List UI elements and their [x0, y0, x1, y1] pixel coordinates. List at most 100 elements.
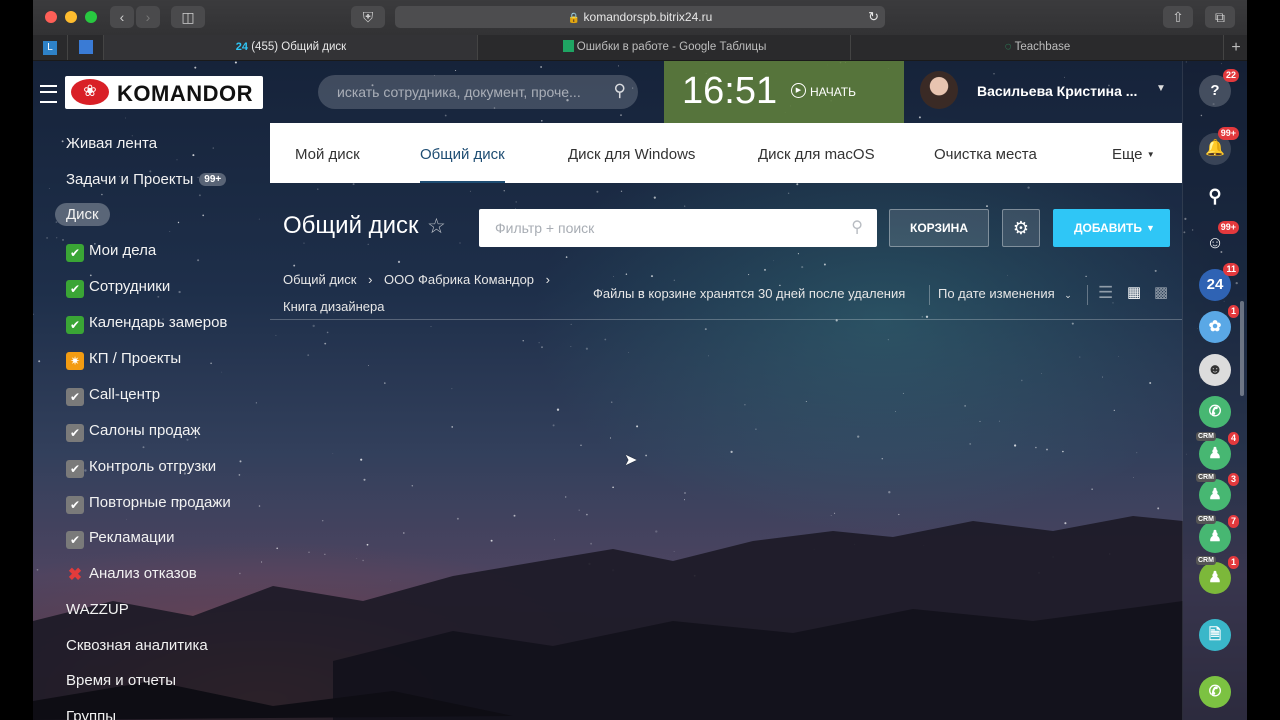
reload-icon[interactable]: ↻: [868, 6, 879, 28]
filter-search-box[interactable]: Фильтр + поиск ⚲: [479, 209, 877, 247]
tab-more[interactable]: Еще ▼: [1112, 146, 1155, 163]
sidebar-item-kp-projects[interactable]: ✷ КП / Проекты: [66, 350, 181, 370]
add-button[interactable]: ДОБАВИТЬ ▼: [1053, 209, 1170, 247]
call-icon[interactable]: ✆: [1199, 676, 1231, 708]
tab-shared-disk[interactable]: Общий диск: [420, 146, 505, 183]
phone-icon[interactable]: ✆: [1199, 396, 1231, 428]
sort-dropdown[interactable]: По дате изменения ⌄: [938, 286, 1072, 301]
grid-view-icon[interactable]: ▦: [1127, 283, 1141, 301]
tab-my-disk[interactable]: Мой диск: [295, 146, 360, 163]
divider: [1087, 285, 1088, 305]
sidebar-item-calendar[interactable]: ✔ Календарь замеров: [66, 314, 227, 334]
bitrix-page: ❀ KOMANDOR искать сотрудника, документ, …: [33, 61, 1247, 720]
sidebar-item-call-center[interactable]: ✔ Call-центр: [66, 386, 160, 406]
app-icon[interactable]: ✿ 1: [1199, 305, 1239, 343]
pinned-tab-1[interactable]: L: [33, 35, 67, 60]
sidebar-item-my-tasks[interactable]: ✔ Мои дела: [66, 242, 156, 262]
filter-input[interactable]: Фильтр + поиск: [495, 220, 594, 236]
tab-cleanup[interactable]: Очистка места: [934, 146, 1037, 163]
settings-gear-icon[interactable]: ⚙: [1002, 209, 1040, 247]
sidebar-item-sales-salons[interactable]: ✔ Салоны продаж: [66, 422, 200, 442]
address-bar[interactable]: 🔒 komandorspb.bitrix24.ru ↻: [395, 6, 885, 28]
new-tab-button[interactable]: +: [1223, 35, 1248, 60]
bitrix-tab-icon: 24: [235, 41, 249, 53]
search-icon[interactable]: ⚲: [851, 217, 863, 237]
crm-contact-icon[interactable]: CRM ♟ 7: [1196, 515, 1239, 553]
play-icon[interactable]: ▶: [791, 83, 806, 98]
document-icon[interactable]: 🗎: [1199, 619, 1231, 651]
tab-google-sheets[interactable]: Ошибки в работе - Google Таблицы: [477, 35, 851, 60]
bot-badge: 99+: [1217, 221, 1239, 234]
crm-tag: CRM: [1196, 515, 1216, 524]
sidebar-item-groups[interactable]: Группы: [66, 708, 116, 720]
tab-teachbase[interactable]: ◌ Teachbase: [850, 35, 1224, 60]
close-window-button[interactable]: [45, 11, 57, 23]
bell-icon[interactable]: 🔔 99+: [1199, 127, 1239, 165]
sidebar-item-label: Сквозная аналитика: [66, 637, 208, 654]
logo-text: KOMANDOR: [117, 81, 253, 106]
search-input[interactable]: искать сотрудника, документ, проче...: [337, 84, 581, 100]
sidebar-item-wazzup[interactable]: WAZZUP: [66, 601, 129, 618]
sidebar-toggle-icon[interactable]: ◫: [171, 6, 205, 28]
scrollbar[interactable]: [1240, 301, 1244, 396]
crm-badge: 4: [1227, 432, 1239, 445]
sidebar-item-label: КП / Проекты: [89, 350, 182, 367]
crm-badge: 7: [1227, 515, 1239, 528]
minimize-window-button[interactable]: [65, 11, 77, 23]
chevron-down-icon[interactable]: ▼: [1156, 83, 1166, 94]
crm-contact-icon[interactable]: CRM ♟ 3: [1196, 473, 1239, 511]
pinned-tab-2[interactable]: [67, 35, 104, 60]
large-tiles-icon[interactable]: ▩: [1154, 283, 1168, 301]
tab-disk-macos[interactable]: Диск для macOS: [758, 146, 875, 163]
sidebar-item-shipment-control[interactable]: ✔ Контроль отгрузки: [66, 458, 216, 478]
sort-label: По дате изменения: [938, 286, 1055, 301]
breadcrumb-item[interactable]: ООО Фабрика Командор: [384, 272, 534, 287]
tab-disk[interactable]: 24 (455) Общий диск: [103, 35, 478, 60]
forward-icon[interactable]: ›: [136, 6, 160, 28]
company-logo[interactable]: ❀ KOMANDOR: [65, 76, 263, 109]
user-menu[interactable]: Васильева Кристина ... ▼: [920, 70, 1182, 112]
share-icon[interactable]: ⇧: [1163, 6, 1193, 28]
sidebar-item-employees[interactable]: ✔ Сотрудники: [66, 278, 170, 298]
list-view-icon[interactable]: ☰: [1098, 283, 1113, 303]
sidebar-item-label: Контроль отгрузки: [89, 458, 217, 475]
crm-contact-icon[interactable]: CRM ♟ 1: [1196, 556, 1239, 594]
disk-tabs-bar: Мой диск Общий диск Диск для Windows Дис…: [270, 123, 1182, 183]
contact-avatar[interactable]: ☻: [1199, 354, 1231, 386]
back-icon[interactable]: ‹: [110, 6, 134, 28]
search-icon[interactable]: ⚲: [1199, 180, 1231, 212]
workday-clock-panel[interactable]: 16:51 ▶ НАЧАТЬ: [664, 61, 904, 123]
sidebar-item-complaints[interactable]: ✔ Рекламации: [66, 529, 175, 549]
shield-icon[interactable]: ⛨: [351, 6, 385, 28]
bot-icon[interactable]: ☺ 99+: [1199, 221, 1239, 259]
sidebar-item-time-reports[interactable]: Время и отчеты: [66, 672, 176, 689]
maximize-window-button[interactable]: [85, 11, 97, 23]
help-icon[interactable]: ? 22: [1199, 69, 1239, 107]
breadcrumb-item-current[interactable]: Книга дизайнера: [283, 299, 384, 314]
check-icon: ✔: [66, 244, 84, 262]
check-icon: ✔: [66, 280, 84, 298]
b24-icon[interactable]: 24 11: [1199, 263, 1239, 301]
avatar[interactable]: [920, 71, 958, 109]
sidebar-item-repeat-sales[interactable]: ✔ Повторные продажи: [66, 494, 231, 514]
header-search[interactable]: искать сотрудника, документ, проче... ⚲: [318, 75, 638, 109]
trash-retention-note: Файлы в корзине хранятся 30 дней после у…: [593, 286, 906, 301]
tab-disk-windows[interactable]: Диск для Windows: [568, 146, 695, 163]
sidebar-item-disk[interactable]: Диск: [55, 203, 110, 226]
pinned-app-icon: [79, 40, 93, 54]
start-workday-button[interactable]: НАЧАТЬ: [810, 85, 856, 99]
sidebar-item-tasks[interactable]: Задачи и Проекты 99+: [66, 171, 227, 188]
sidebar-item-refusal-analysis[interactable]: ✖ Анализ отказов: [66, 565, 197, 584]
sidebar-item-live-feed[interactable]: Живая лента: [66, 135, 157, 152]
divider: [270, 319, 1182, 320]
breadcrumb-item[interactable]: Общий диск: [283, 272, 356, 287]
tabs-overview-icon[interactable]: ⧉: [1205, 6, 1235, 28]
search-icon[interactable]: ⚲: [614, 81, 626, 101]
crm-contact-icon[interactable]: CRM ♟ 4: [1196, 432, 1239, 470]
star-icon[interactable]: ☆: [427, 214, 446, 239]
sidebar-item-analytics[interactable]: Сквозная аналитика: [66, 637, 208, 654]
menu-icon[interactable]: [40, 85, 57, 103]
trash-button[interactable]: КОРЗИНА: [889, 209, 989, 247]
user-name[interactable]: Васильева Кристина ...: [977, 83, 1137, 99]
sidebar-item-label: Диск: [66, 206, 99, 223]
